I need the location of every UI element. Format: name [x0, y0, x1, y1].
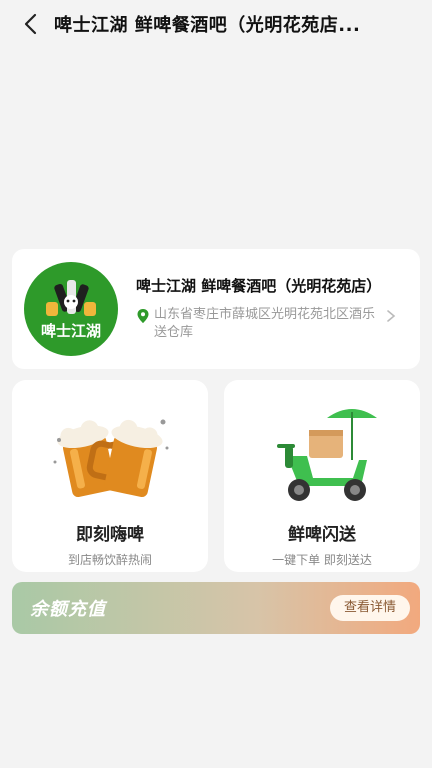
location-pin-icon [137, 309, 149, 323]
delivery-card[interactable]: 鲜啤闪送 一键下单 即刻送达 [224, 380, 420, 572]
store-info: 啤士江湖 鲜啤餐酒吧（光明花苑店） 山东省枣庄市薛城区光明花苑北区酒乐送仓库 [136, 276, 398, 342]
recharge-banner[interactable]: 余额充值 查看详情 [12, 582, 420, 634]
chevron-left-icon [24, 13, 37, 35]
view-details-button[interactable]: 查看详情 [329, 595, 410, 621]
dine-in-title: 即刻嗨啤 [76, 525, 144, 545]
delivery-scooter-icon [277, 409, 377, 501]
dine-in-subtitle: 到店畅饮醉热闹 [67, 553, 152, 567]
beer-mugs-cheers-icon [53, 419, 169, 498]
delivery-title: 鲜啤闪送 [288, 525, 356, 545]
dine-in-card[interactable]: 即刻嗨啤 到店畅饮醉热闹 [12, 380, 208, 572]
page-title: 啤士江湖 鲜啤餐酒吧（光明花苑店... [54, 15, 361, 36]
beer-bottles-logo-icon: 啤士江湖 [41, 280, 101, 340]
top-bar: 啤士江湖 鲜啤餐酒吧（光明花苑店... [0, 0, 432, 48]
back-button[interactable] [12, 4, 48, 44]
logo-text: 啤士江湖 [41, 322, 101, 340]
store-name: 啤士江湖 鲜啤餐酒吧（光明花苑店） [136, 277, 382, 295]
chevron-right-icon [387, 310, 396, 322]
store-home-page: 啤士江湖 鲜啤餐酒吧（光明花苑店... 啤士江湖 啤士江湖 鲜啤餐酒吧（光明花苑… [0, 0, 432, 768]
store-info-card: 啤士江湖 啤士江湖 鲜啤餐酒吧（光明花苑店） 山东省枣庄市薛城区光明花苑北区酒乐… [12, 249, 420, 369]
store-address-row[interactable]: 山东省枣庄市薛城区光明花苑北区酒乐送仓库 [136, 306, 398, 342]
delivery-subtitle: 一键下单 即刻送达 [272, 553, 372, 567]
store-logo: 啤士江湖 [24, 262, 118, 356]
recharge-label: 余额充值 [30, 599, 106, 620]
store-address: 山东省枣庄市薛城区光明花苑北区酒乐送仓库 [154, 307, 376, 340]
